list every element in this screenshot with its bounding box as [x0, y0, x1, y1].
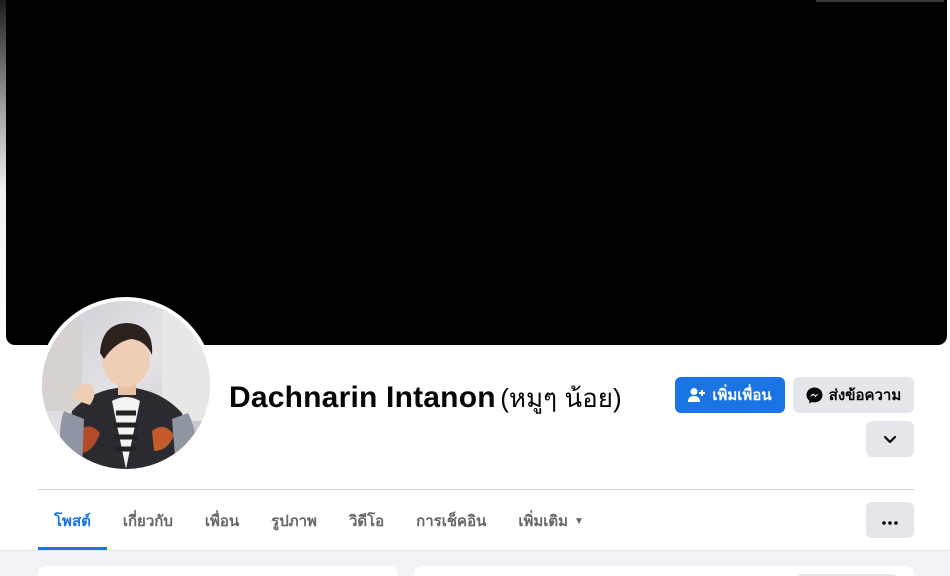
- tab-label: รูปภาพ: [271, 513, 317, 530]
- cover-top-shade: [816, 0, 944, 2]
- profile-picture-frame[interactable]: [38, 297, 214, 473]
- tab-about[interactable]: เกี่ยวกับ: [107, 492, 189, 550]
- more-dots-icon: [882, 512, 898, 529]
- profile-name: Dachnarin Intanon: [229, 381, 496, 414]
- tab-more[interactable]: เพิ่มเติม ▼: [502, 492, 600, 550]
- add-friend-button[interactable]: เพิ่มเพื่อน: [675, 377, 785, 413]
- caret-down-icon: ▼: [574, 515, 584, 527]
- profile-tabs: โพสต์ เกี่ยวกับ เพื่อน รูปภาพ วิดีโอ การ…: [38, 492, 600, 550]
- more-options-button[interactable]: [866, 502, 914, 538]
- add-friend-label: เพิ่มเพื่อน: [712, 387, 772, 404]
- send-message-label: ส่งข้อความ: [828, 387, 902, 404]
- profile-picture[interactable]: [42, 301, 210, 469]
- tab-videos[interactable]: วิดีโอ: [333, 492, 400, 550]
- posts-card: [414, 566, 914, 576]
- profile-name-heading: Dachnarin Intanon (หมูๆ น้อย): [229, 378, 629, 423]
- tab-label: เกี่ยวกับ: [122, 513, 173, 530]
- cover-photo[interactable]: [6, 0, 947, 345]
- tab-photos[interactable]: รูปภาพ: [255, 492, 333, 550]
- tab-label: โพสต์: [54, 513, 91, 530]
- expand-profile-button[interactable]: [866, 421, 914, 457]
- messenger-icon: [806, 387, 823, 404]
- tab-posts[interactable]: โพสต์: [38, 492, 107, 550]
- send-message-button[interactable]: ส่งข้อความ: [793, 377, 914, 413]
- tab-friends[interactable]: เพื่อน: [189, 492, 255, 550]
- tab-label: การเช็คอิน: [416, 513, 487, 530]
- tab-check-ins[interactable]: การเช็คอิน: [400, 492, 502, 550]
- tab-label: วิดีโอ: [348, 513, 385, 530]
- intro-card: [38, 566, 398, 576]
- user-plus-icon: [688, 387, 706, 403]
- profile-picture-image: [42, 301, 210, 469]
- tab-label: เพื่อน: [204, 513, 240, 530]
- tab-label: เพิ่มเติม: [518, 513, 569, 530]
- profile-page: Dachnarin Intanon (หมูๆ น้อย) เพิ่มเพื่อ…: [0, 0, 950, 576]
- profile-alternate-name: (หมูๆ น้อย): [500, 383, 622, 413]
- chevron-down-icon: [883, 431, 897, 448]
- header-divider: [38, 489, 914, 490]
